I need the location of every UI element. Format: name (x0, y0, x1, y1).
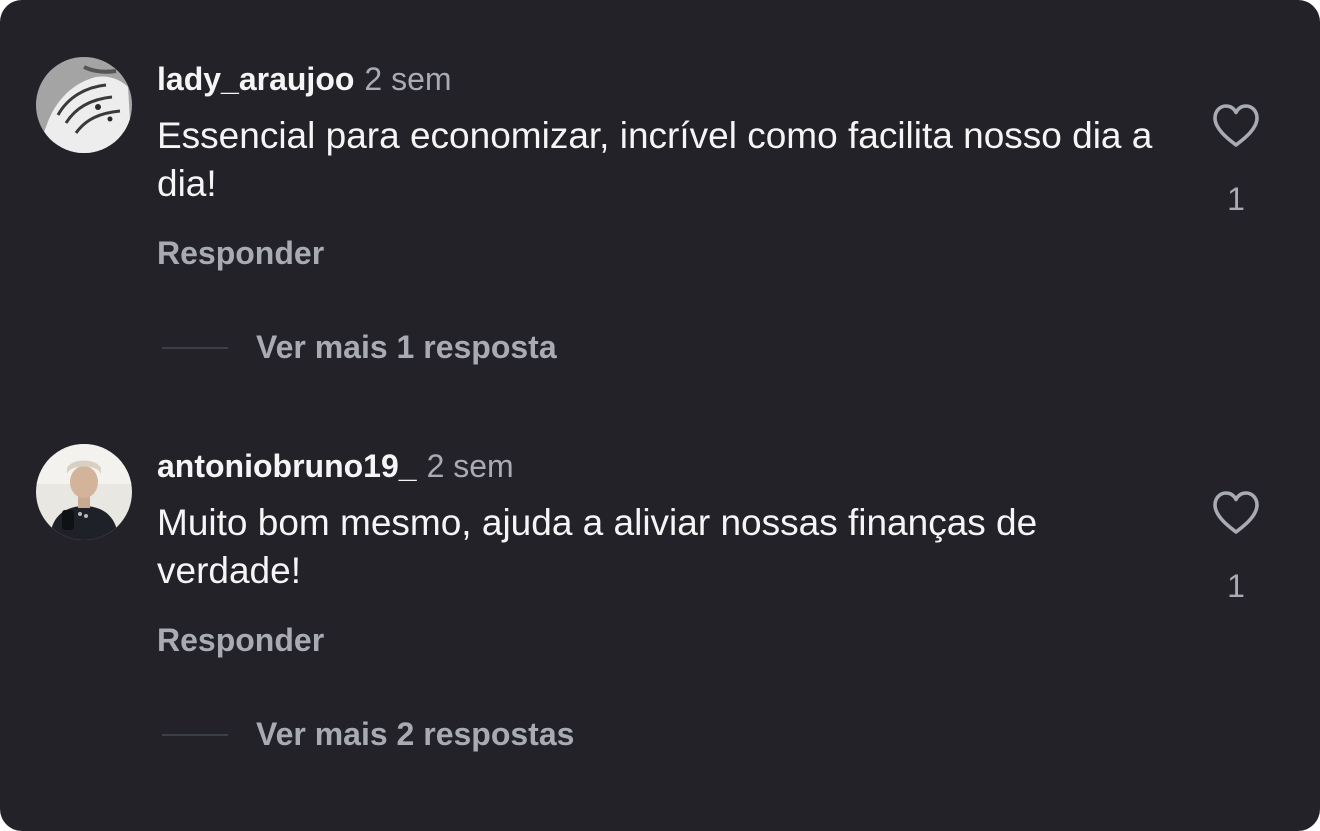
avatar-image (36, 57, 132, 153)
view-more-replies-label: Ver mais 2 respostas (256, 716, 575, 752)
replies-divider (162, 347, 228, 349)
comment-text: Muito bom mesmo, ajuda a aliviar nossas … (157, 502, 1038, 591)
username[interactable]: lady_araujoo (157, 61, 354, 97)
comment-header: antoniobruno19_ 2 sem (157, 446, 514, 493)
heart-outline-icon (1213, 491, 1259, 534)
reply-button[interactable]: Responder (157, 233, 324, 273)
like-count: 1 (1227, 568, 1245, 604)
like-button[interactable] (1211, 490, 1261, 536)
comment-item: antoniobruno19_ 2 sem Muito bom mesmo, aj… (0, 444, 1320, 824)
avatar-image (36, 444, 132, 540)
reply-button[interactable]: Responder (157, 620, 324, 660)
replies-divider (162, 734, 228, 736)
timestamp: 2 sem (364, 61, 452, 97)
timestamp: 2 sem (426, 448, 514, 484)
like-button[interactable] (1211, 103, 1261, 149)
comment-header: lady_araujoo 2 sem (157, 59, 452, 106)
comment-item: lady_araujoo 2 sem Essencial para economi… (0, 57, 1320, 437)
comments-panel: lady_araujoo 2 sem Essencial para economi… (0, 0, 1320, 831)
avatar[interactable] (36, 444, 132, 540)
comment-text: Essencial para economizar, incrível como… (157, 115, 1153, 204)
username[interactable]: antoniobruno19_ (157, 448, 417, 484)
view-more-replies-label: Ver mais 1 resposta (256, 329, 557, 365)
heart-outline-icon (1213, 104, 1259, 147)
like-count: 1 (1227, 181, 1245, 217)
avatar[interactable] (36, 57, 132, 153)
